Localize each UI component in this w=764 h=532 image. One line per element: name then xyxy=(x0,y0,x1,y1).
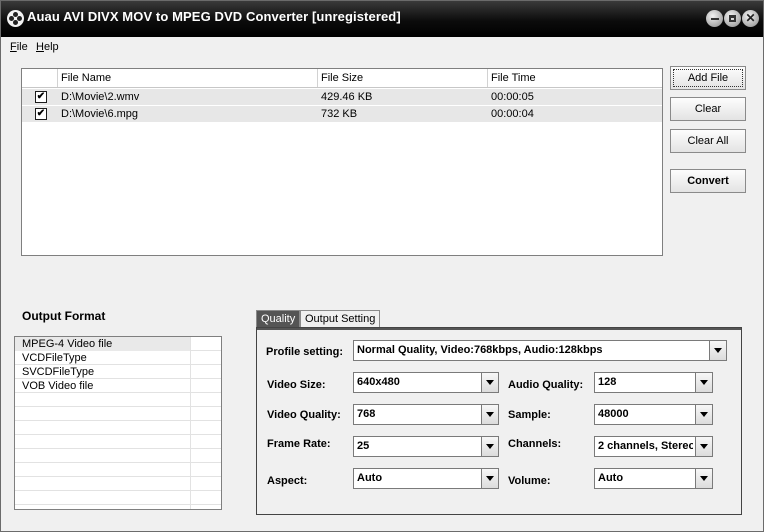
close-icon: ✕ xyxy=(745,11,756,25)
audio-quality-value: 128 xyxy=(598,376,617,388)
close-button[interactable]: ✕ xyxy=(742,10,759,27)
channels-select[interactable]: 2 channels, Stereo xyxy=(594,436,713,457)
row-checkbox[interactable]: ✔ xyxy=(35,108,47,120)
cell-file-name: D:\Movie\2.wmv xyxy=(61,91,140,103)
maximize-icon xyxy=(729,15,736,22)
list-item-label: VCDFileType xyxy=(22,352,87,364)
frame-rate-value: 25 xyxy=(357,440,370,452)
list-item xyxy=(15,435,221,449)
list-item[interactable]: SVCDFileType xyxy=(15,365,221,379)
channels-value: 2 channels, Stereo xyxy=(598,440,693,452)
clear-all-button[interactable]: Clear All xyxy=(670,129,746,153)
tab-quality[interactable]: Quality xyxy=(256,310,301,328)
table-row[interactable]: ✔ D:\Movie\2.wmv 429.46 KB 00:00:05 xyxy=(22,89,662,106)
cell-file-time: 00:00:04 xyxy=(491,108,534,120)
volume-select[interactable]: Auto xyxy=(594,468,713,489)
volume-label: Volume: xyxy=(508,475,551,487)
maximize-button[interactable] xyxy=(724,10,741,27)
minimize-button[interactable] xyxy=(706,10,723,27)
menu-help-mnemonic: H xyxy=(36,41,44,53)
window-title: Auau AVI DIVX MOV to MPEG DVD Converter … xyxy=(27,9,401,24)
aspect-select[interactable]: Auto xyxy=(353,468,499,489)
file-list[interactable]: File Name File Size File Time ✔ D:\Movie… xyxy=(21,68,663,256)
list-item xyxy=(15,491,221,505)
list-item[interactable]: VCDFileType xyxy=(15,351,221,365)
row-checkbox[interactable]: ✔ xyxy=(35,91,47,103)
minimize-icon xyxy=(710,17,719,20)
menu-help-label: elp xyxy=(43,41,59,53)
list-item xyxy=(15,463,221,477)
chevron-down-icon[interactable] xyxy=(709,341,726,360)
column-file-time[interactable]: File Time xyxy=(488,69,662,87)
chevron-down-icon[interactable] xyxy=(695,373,712,392)
title-bar[interactable]: Auau AVI DIVX MOV to MPEG DVD Converter … xyxy=(1,1,763,37)
list-item-label: VOB Video file xyxy=(22,380,94,392)
frame-rate-label: Frame Rate: xyxy=(267,438,331,450)
tab-strip-line xyxy=(257,328,741,330)
sample-select[interactable]: 48000 xyxy=(594,404,713,425)
menu-file[interactable]: File xyxy=(10,41,28,53)
column-check[interactable] xyxy=(22,69,58,87)
cell-file-name: D:\Movie\6.mpg xyxy=(61,108,139,120)
chevron-down-icon[interactable] xyxy=(695,469,712,488)
main-window: Auau AVI DIVX MOV to MPEG DVD Converter … xyxy=(0,0,764,532)
add-file-button[interactable]: Add File xyxy=(670,66,746,90)
frame-rate-select[interactable]: 25 xyxy=(353,436,499,457)
profile-setting-select[interactable]: Normal Quality, Video:768kbps, Audio:128… xyxy=(353,340,727,361)
convert-button[interactable]: Convert xyxy=(670,169,746,193)
video-quality-select[interactable]: 768 xyxy=(353,404,499,425)
list-item[interactable]: VOB Video file xyxy=(15,379,221,393)
menu-file-mnemonic: F xyxy=(10,41,17,53)
table-row[interactable]: ✔ D:\Movie\6.mpg 732 KB 00:00:04 xyxy=(22,106,662,123)
chevron-down-icon[interactable] xyxy=(481,405,498,424)
cell-file-time: 00:00:05 xyxy=(491,91,534,103)
menu-help[interactable]: Help xyxy=(36,41,59,53)
profile-setting-value: Normal Quality, Video:768kbps, Audio:128… xyxy=(357,344,603,356)
chevron-down-icon[interactable] xyxy=(481,469,498,488)
audio-quality-label: Audio Quality: xyxy=(508,379,584,391)
list-item-label: SVCDFileType xyxy=(22,366,95,378)
chevron-down-icon[interactable] xyxy=(481,373,498,392)
sample-value: 48000 xyxy=(598,408,629,420)
channels-label: Channels: xyxy=(508,438,562,450)
list-item xyxy=(15,477,221,491)
menu-bar: File Help xyxy=(1,38,763,57)
cell-file-size: 732 KB xyxy=(321,108,358,120)
audio-quality-select[interactable]: 128 xyxy=(594,372,713,393)
checkmark-icon: ✔ xyxy=(36,108,46,119)
list-item[interactable]: MPEG-4 Video file xyxy=(15,337,221,351)
list-item xyxy=(15,449,221,463)
clear-button[interactable]: Clear xyxy=(670,97,746,121)
volume-value: Auto xyxy=(598,472,624,484)
cell-file-size: 429.46 KB xyxy=(321,91,373,103)
chevron-down-icon[interactable] xyxy=(695,437,712,456)
aspect-value: Auto xyxy=(357,472,383,484)
video-size-label: Video Size: xyxy=(267,379,326,391)
menu-file-label: ile xyxy=(16,41,28,53)
checkmark-icon: ✔ xyxy=(36,91,46,102)
quality-panel: Profile setting: Normal Quality, Video:7… xyxy=(256,327,742,515)
video-quality-label: Video Quality: xyxy=(267,409,341,421)
list-item-label: MPEG-4 Video file xyxy=(22,338,113,350)
film-reel-icon[interactable] xyxy=(7,10,24,27)
column-file-size[interactable]: File Size xyxy=(318,69,488,87)
output-format-label: Output Format xyxy=(22,309,106,323)
video-quality-value: 768 xyxy=(357,408,376,420)
chevron-down-icon[interactable] xyxy=(695,405,712,424)
tab-output-setting[interactable]: Output Setting xyxy=(300,310,381,328)
chevron-down-icon[interactable] xyxy=(481,437,498,456)
file-list-header: File Name File Size File Time xyxy=(22,69,662,88)
video-size-value: 640x480 xyxy=(357,376,400,388)
list-item xyxy=(15,407,221,421)
output-format-list[interactable]: MPEG-4 Video file VCDFileType SVCDFileTy… xyxy=(14,336,222,510)
list-item xyxy=(15,393,221,407)
column-file-name[interactable]: File Name xyxy=(58,69,318,87)
video-size-select[interactable]: 640x480 xyxy=(353,372,499,393)
list-item xyxy=(15,421,221,435)
profile-setting-label: Profile setting: xyxy=(266,346,344,358)
sample-label: Sample: xyxy=(508,409,551,421)
aspect-label: Aspect: xyxy=(267,475,308,487)
